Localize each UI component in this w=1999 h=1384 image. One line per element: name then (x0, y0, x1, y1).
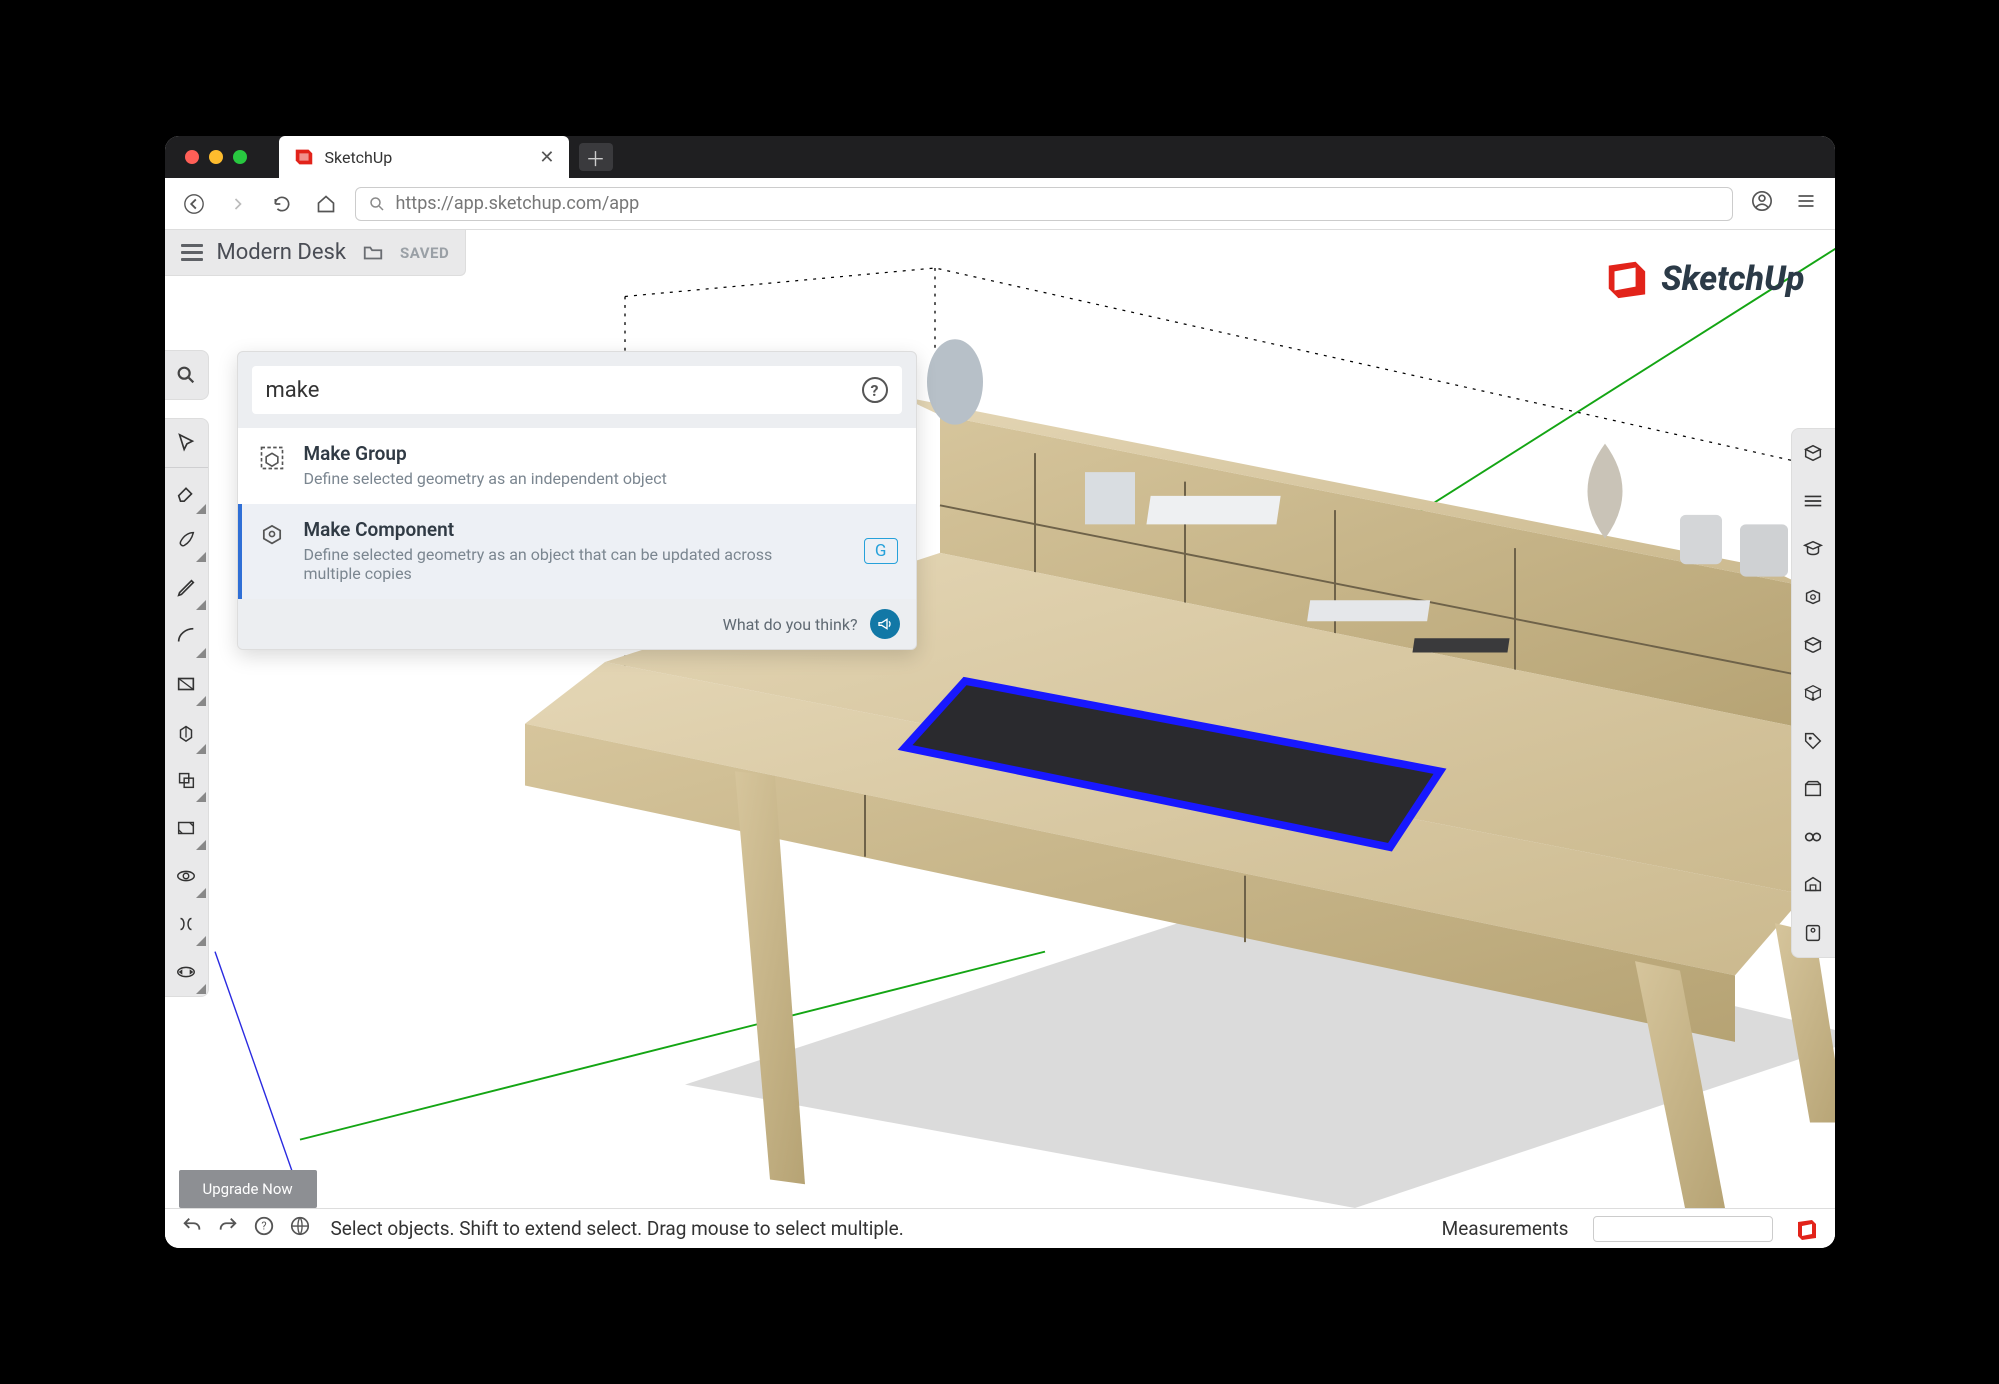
upgrade-now-button[interactable]: Upgrade Now (179, 1170, 317, 1208)
result-title: Make Group (304, 442, 667, 465)
search-feedback-row: What do you think? (238, 599, 916, 649)
tape-tool[interactable] (165, 900, 208, 948)
arc-tool[interactable] (165, 612, 208, 660)
rectangle-tool[interactable] (165, 660, 208, 708)
folder-icon[interactable] (360, 242, 386, 264)
extensions-panel[interactable] (1792, 909, 1835, 957)
redo-button[interactable] (217, 1215, 239, 1242)
display-panel[interactable] (1792, 813, 1835, 861)
materials-panel[interactable] (1792, 621, 1835, 669)
nav-forward-button[interactable] (223, 194, 253, 214)
search-result-make-component[interactable]: Make Component Define selected geometry … (238, 504, 916, 599)
feedback-button[interactable] (870, 609, 900, 639)
status-hint: Select objects. Shift to extend select. … (331, 1217, 1428, 1240)
nav-back-button[interactable] (179, 193, 209, 215)
nav-home-button[interactable] (311, 194, 341, 214)
tags-panel[interactable] (1792, 717, 1835, 765)
status-bar: ? Select objects. Shift to extend select… (165, 1208, 1835, 1248)
orbit-tool[interactable] (165, 852, 208, 900)
upgrade-label: Upgrade Now (203, 1180, 293, 1198)
measurements-label: Measurements (1442, 1217, 1569, 1240)
tab-close-button[interactable]: ✕ (539, 147, 554, 168)
brand-text: SketchUp (1661, 259, 1804, 299)
offset-tool[interactable] (165, 804, 208, 852)
result-description: Define selected geometry as an object th… (304, 545, 824, 583)
result-description: Define selected geometry as an independe… (304, 469, 667, 488)
app-header: Modern Desk SAVED (165, 230, 467, 276)
fullscreen-window-button[interactable] (233, 150, 247, 164)
sketchup-app: Modern Desk SAVED SketchUp (165, 230, 1835, 1248)
search-result-make-group[interactable]: Make Group Define selected geometry as a… (238, 428, 916, 504)
learn-panel[interactable] (1792, 525, 1835, 573)
left-toolbar (165, 418, 209, 997)
right-toolbar (1791, 428, 1835, 958)
styles-panel[interactable] (1792, 669, 1835, 717)
move-tool[interactable] (165, 756, 208, 804)
svg-text:?: ? (261, 1220, 266, 1233)
components-panel[interactable] (1792, 573, 1835, 621)
left-toolbar-search (165, 350, 209, 400)
tab-title: SketchUp (325, 148, 393, 167)
walk-tool[interactable] (165, 948, 208, 996)
search-icon (368, 195, 386, 213)
nav-reload-button[interactable] (267, 194, 297, 214)
make-component-icon (256, 518, 288, 550)
search-sketchup-button[interactable] (165, 351, 208, 399)
search-icon (175, 364, 197, 386)
browser-window: SketchUp ✕ ＋ https://app.sketchup.com/ap… (165, 136, 1835, 1248)
megaphone-icon (877, 616, 893, 632)
url-text: https://app.sketchup.com/app (396, 193, 640, 214)
help-button[interactable]: ? (253, 1215, 275, 1242)
browser-tab[interactable]: SketchUp ✕ (279, 136, 569, 178)
sketchup-logo-icon (1603, 256, 1649, 302)
scenes-panel[interactable] (1792, 765, 1835, 813)
entity-info-panel[interactable] (1792, 429, 1835, 477)
make-group-icon (256, 442, 288, 474)
save-state-badge: SAVED (400, 244, 449, 262)
file-name: Modern Desk (217, 240, 347, 265)
sketchup-favicon (293, 146, 315, 168)
pencil-tool[interactable] (165, 564, 208, 612)
command-search-panel: make ? Make Group Define selected geomet… (237, 351, 917, 650)
profile-button[interactable] (1747, 190, 1777, 217)
browser-tabbar: SketchUp ✕ ＋ (165, 136, 1835, 178)
minimize-window-button[interactable] (209, 150, 223, 164)
eraser-tool[interactable] (165, 468, 208, 516)
search-help-button[interactable]: ? (862, 377, 888, 403)
undo-button[interactable] (181, 1215, 203, 1242)
paint-tool[interactable] (165, 516, 208, 564)
close-window-button[interactable] (185, 150, 199, 164)
feedback-prompt: What do you think? (723, 615, 858, 634)
select-tool[interactable] (165, 419, 208, 467)
language-button[interactable] (289, 1215, 311, 1242)
url-field[interactable]: https://app.sketchup.com/app (355, 187, 1733, 221)
measurements-input[interactable] (1593, 1216, 1773, 1242)
brand: SketchUp (1603, 256, 1804, 302)
browser-addressbar: https://app.sketchup.com/app (165, 178, 1835, 230)
browser-menu-button[interactable] (1791, 191, 1821, 216)
result-shortcut: G (864, 538, 898, 564)
result-title: Make Component (304, 518, 824, 541)
command-search-input[interactable]: make ? (252, 366, 902, 414)
window-controls (185, 150, 247, 164)
3dwarehouse-panel[interactable] (1792, 861, 1835, 909)
search-query-text: make (266, 378, 320, 403)
pushpull-tool[interactable] (165, 708, 208, 756)
sketchup-corner-icon (1795, 1217, 1819, 1241)
main-menu-button[interactable] (181, 240, 203, 265)
search-results: Make Group Define selected geometry as a… (238, 428, 916, 599)
instructor-panel[interactable] (1792, 477, 1835, 525)
new-tab-button[interactable]: ＋ (579, 143, 613, 171)
